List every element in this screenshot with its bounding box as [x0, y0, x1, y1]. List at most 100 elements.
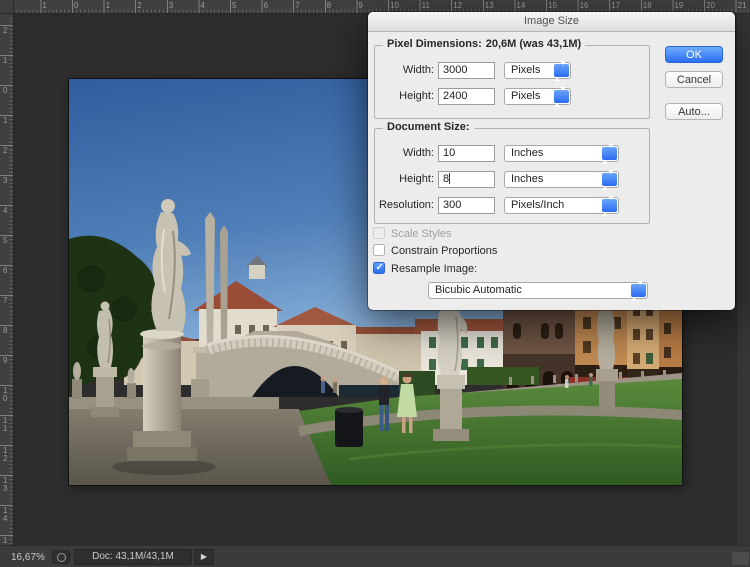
ruler-label: 17	[611, 1, 620, 10]
ruler-label: 1	[106, 1, 110, 10]
ds-height-unit-value: Inches	[511, 173, 543, 185]
ds-resolution-unit-select[interactable]: Pixels/Inch	[504, 197, 619, 214]
ruler-label: 5	[3, 237, 7, 245]
pixel-dimensions-group: Pixel Dimensions:20,6M (was 43,1M)	[374, 45, 650, 119]
zoom-level-field[interactable]: 16,67%	[11, 552, 45, 563]
auto-button[interactable]: Auto...	[665, 103, 723, 120]
ruler-label: 1 5	[3, 537, 7, 545]
document-size-legend: Document Size:	[383, 121, 474, 133]
pd-height-input[interactable]: 2400	[438, 88, 495, 105]
pixel-dimensions-label: Pixel Dimensions:	[387, 38, 482, 50]
ruler-label: 3	[169, 1, 173, 10]
doc-info[interactable]: Doc: 43,1M/43,1M	[74, 549, 192, 565]
status-bar: 16,67% Doc: 43,1M/43,1M ▶	[0, 545, 750, 567]
ruler-label: 11	[422, 1, 430, 10]
ruler-label: 3	[3, 177, 7, 185]
stepper-icon	[602, 147, 617, 160]
play-arrow-icon: ▶	[201, 552, 207, 561]
ds-resolution-input[interactable]: 300	[438, 197, 495, 214]
pixel-dimensions-legend: Pixel Dimensions: 20,6M (was 43,1M)	[383, 38, 585, 50]
scale-styles-row: Scale Styles	[373, 227, 452, 241]
ruler-label: 2	[3, 147, 7, 155]
ds-height-input[interactable]: 8	[438, 171, 495, 188]
pixel-dimensions-summary: 20,6M (was 43,1M)	[486, 38, 581, 50]
stepper-icon	[554, 64, 569, 77]
ruler-label: 4	[3, 207, 7, 215]
ruler-label: 18	[643, 1, 652, 10]
ruler-label: 0	[74, 1, 78, 10]
pd-height-label: Height:	[372, 88, 434, 105]
ruler-label: 9	[358, 1, 362, 10]
ruler-label: 1 4	[3, 507, 7, 523]
pd-height-unit-select[interactable]: Pixels	[504, 88, 571, 105]
ruler-label: 9	[3, 357, 7, 365]
ds-width-input[interactable]: 10	[438, 145, 495, 162]
ruler-label: 7	[3, 297, 7, 305]
pd-width-unit-value: Pixels	[511, 64, 540, 76]
ds-width-unit-select[interactable]: Inches	[504, 145, 619, 162]
pd-width-unit-select[interactable]: Pixels	[504, 62, 571, 79]
ds-height-unit-select[interactable]: Inches	[504, 171, 619, 188]
ruler-label: 2	[3, 27, 7, 35]
resample-image-checkbox[interactable]	[373, 262, 385, 274]
resample-image-row: Resample Image:	[373, 262, 477, 276]
horizontal-scrollbar-thumb[interactable]	[732, 552, 749, 565]
pd-width-input[interactable]: 3000	[438, 62, 495, 79]
status-menu-button[interactable]	[52, 550, 70, 564]
image-size-dialog: Image Size Pixel Dimensions: 20,6M (was 4…	[368, 12, 735, 310]
doc-info-arrow-button[interactable]: ▶	[194, 549, 214, 565]
dialog-title[interactable]: Image Size	[368, 12, 735, 32]
constrain-proportions-label: Constrain Proportions	[391, 245, 497, 257]
ruler-label: 5	[232, 1, 236, 10]
scale-styles-label: Scale Styles	[391, 228, 452, 240]
text-caret	[449, 173, 450, 184]
photo-hedge-right	[467, 367, 539, 385]
ds-resolution-label: Resolution:	[372, 197, 434, 214]
stepper-icon	[602, 173, 617, 186]
ruler-label: 1 0	[3, 387, 7, 403]
resample-method-value: Bicubic Automatic	[435, 284, 522, 296]
ds-height-label: Height:	[372, 171, 434, 188]
ruler-label: 15	[548, 1, 557, 10]
ruler-label: 6	[264, 1, 268, 10]
ruler-label: 8	[3, 327, 7, 335]
resample-image-label: Resample Image:	[391, 263, 477, 275]
stepper-icon	[554, 90, 569, 103]
ruler-corner[interactable]	[0, 0, 14, 14]
ds-width-label: Width:	[372, 145, 434, 162]
ds-resolution-unit-value: Pixels/Inch	[511, 199, 564, 211]
pd-width-label: Width:	[372, 62, 434, 79]
ruler-label: 13	[485, 1, 494, 10]
cancel-button[interactable]: Cancel	[665, 71, 723, 88]
stepper-icon	[602, 199, 617, 212]
constrain-proportions-row: Constrain Proportions	[373, 244, 497, 258]
ruler-label: 21	[738, 1, 747, 10]
ds-width-unit-value: Inches	[511, 147, 543, 159]
ruler-label: 0	[3, 87, 7, 95]
vertical-ruler[interactable]: 2101234567891 01 11 21 31 41 5	[0, 14, 14, 545]
ruler-label: 1 3	[3, 477, 7, 493]
constrain-proportions-checkbox[interactable]	[373, 244, 385, 256]
pd-height-unit-value: Pixels	[511, 90, 540, 102]
ruler-label: 1 2	[3, 447, 7, 463]
ok-button[interactable]: OK	[665, 46, 723, 63]
photoshop-workspace: 10123456789101112131415161718192021 2101…	[0, 0, 750, 567]
clock-icon	[57, 553, 66, 562]
photo-trash-bin	[335, 407, 363, 447]
vertical-scrollbar[interactable]	[736, 14, 750, 545]
ruler-label: 1	[42, 1, 46, 10]
ruler-label: 16	[580, 1, 589, 10]
ruler-label: 14	[516, 1, 525, 10]
ruler-label: 6	[3, 267, 7, 275]
ruler-label: 8	[327, 1, 331, 10]
ruler-label: 4	[200, 1, 204, 10]
ruler-label: 1 1	[3, 417, 7, 433]
ruler-label: 1	[3, 117, 7, 125]
ruler-label: 7	[295, 1, 299, 10]
stepper-icon	[631, 284, 646, 297]
ruler-label: 20	[706, 1, 715, 10]
ruler-label: 12	[453, 1, 462, 10]
ruler-label: 1	[3, 57, 7, 65]
resample-method-select[interactable]: Bicubic Automatic	[428, 282, 648, 299]
scale-styles-checkbox[interactable]	[373, 227, 385, 239]
